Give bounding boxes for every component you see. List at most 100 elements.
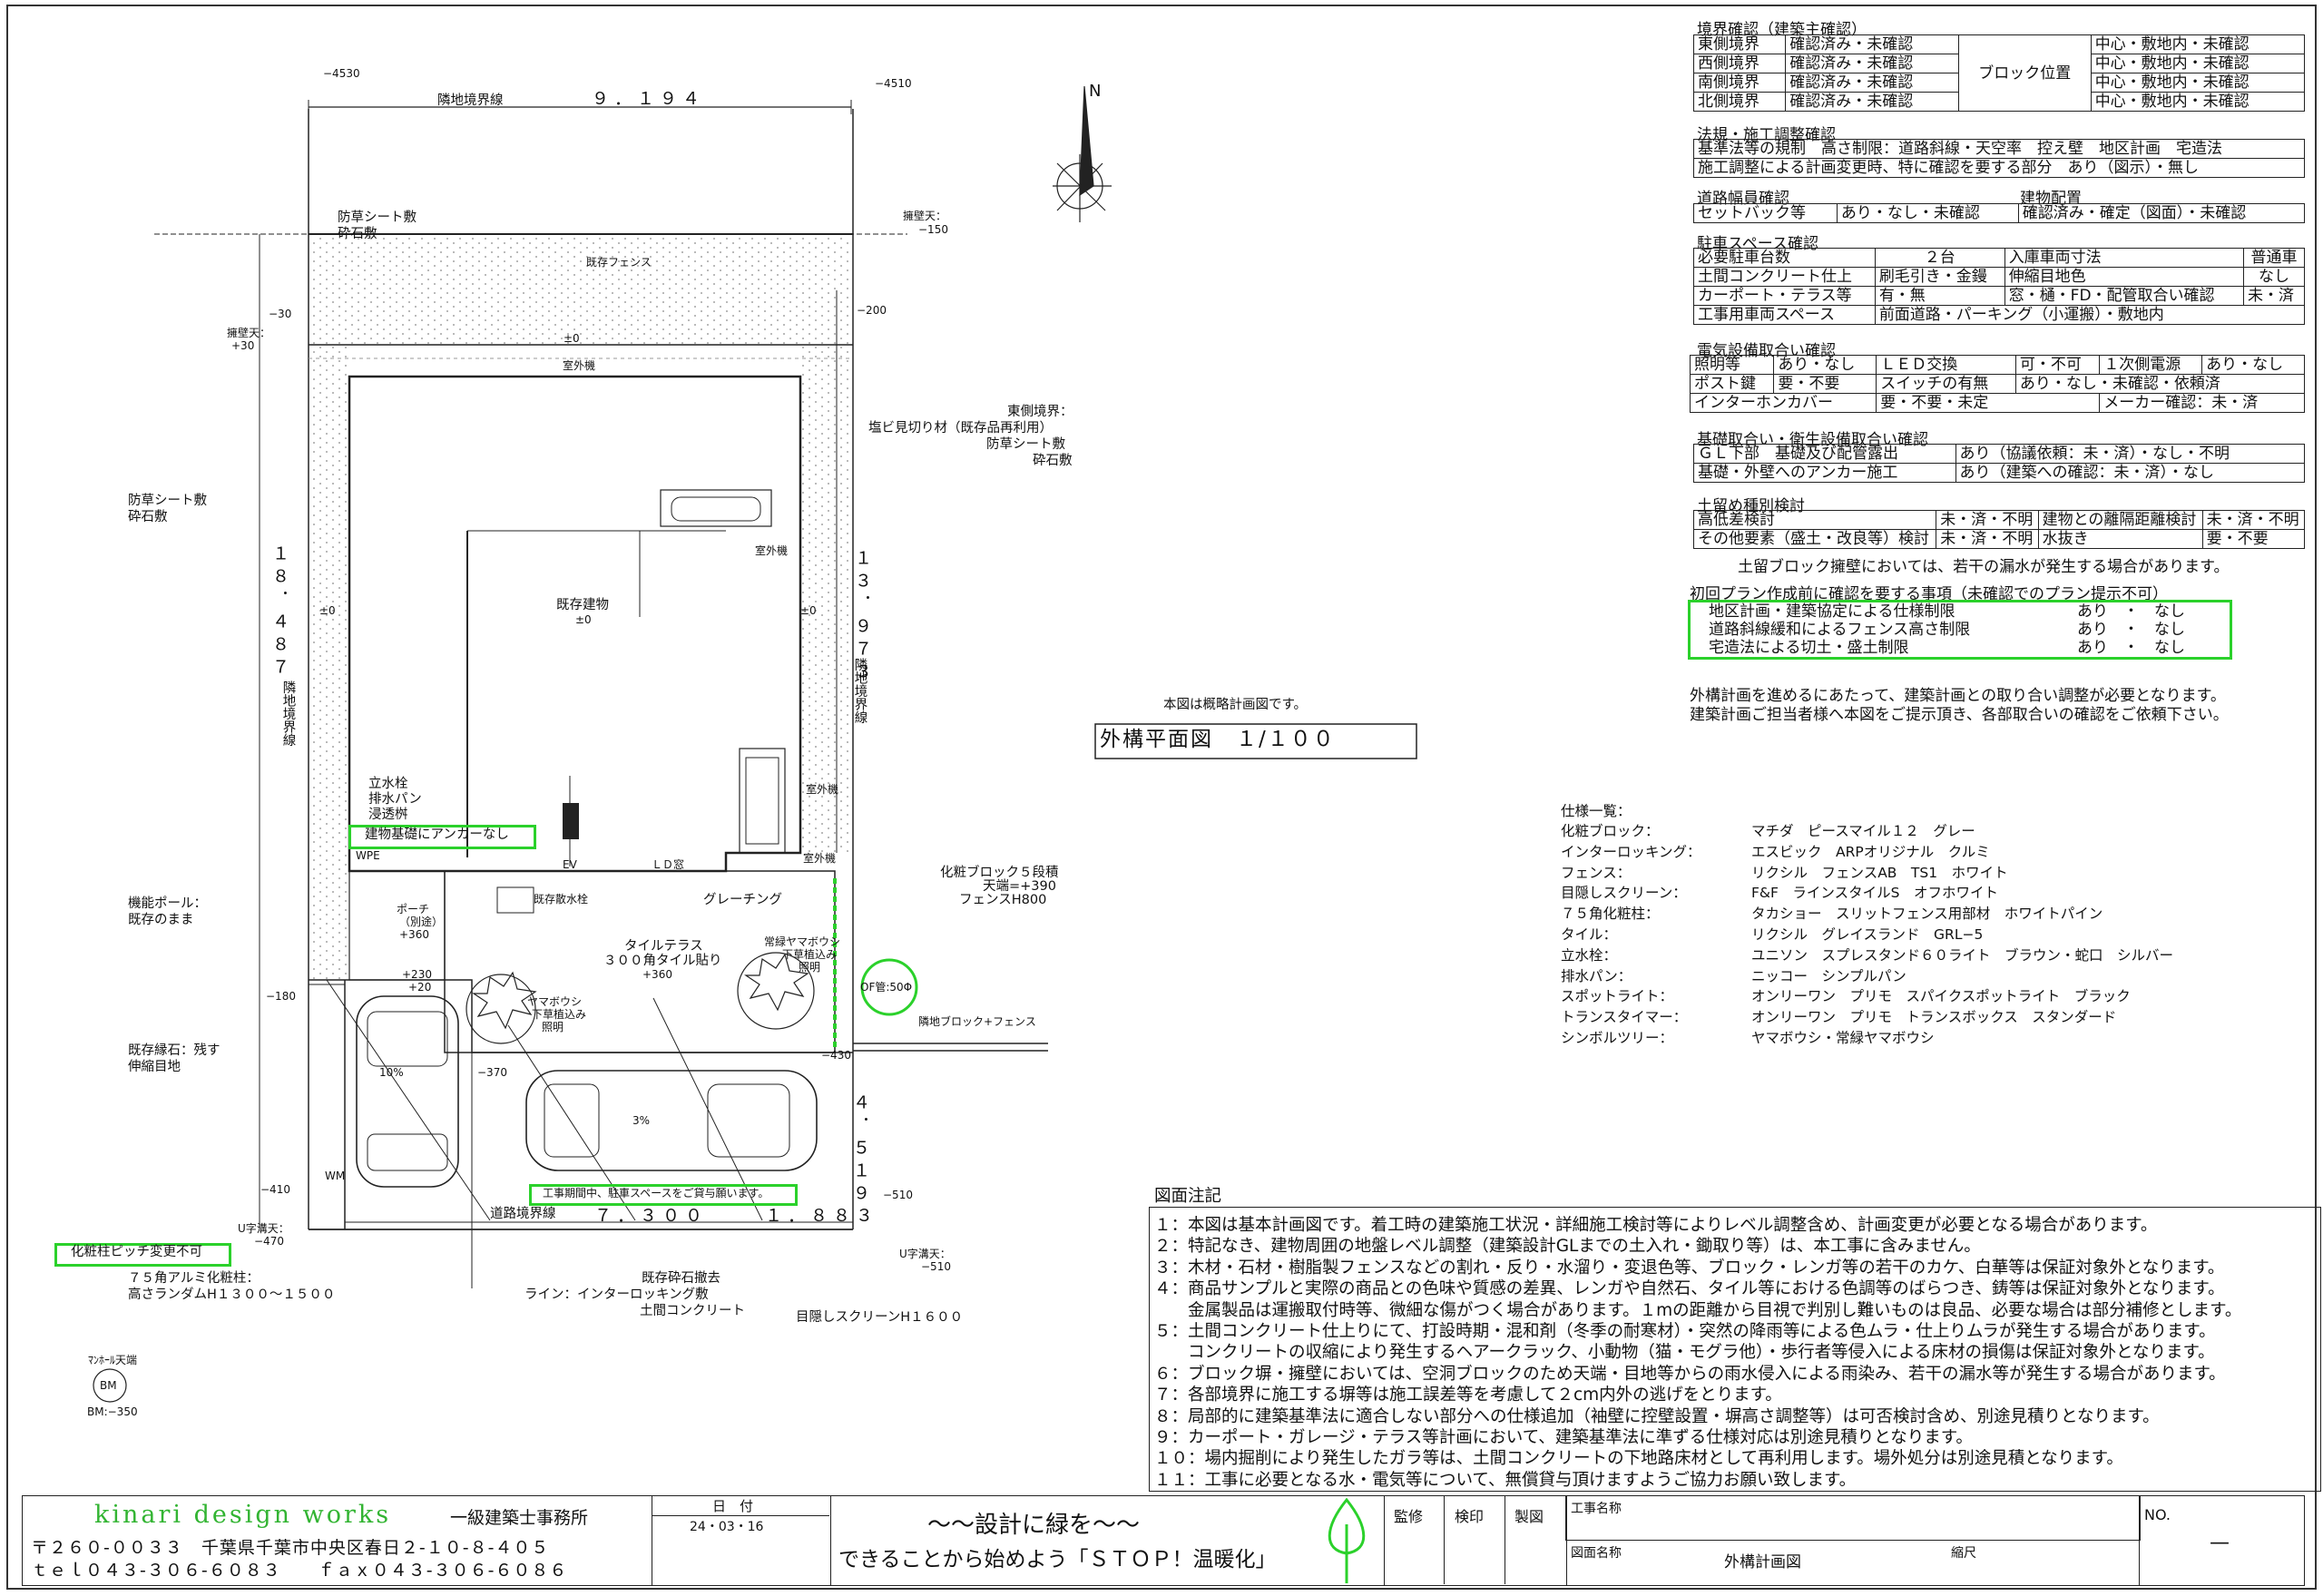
scale-label: 縮尺: [1951, 1546, 1976, 1561]
company-contact: ｔｅｌ０４３-３０６-６０８３ ｆａｘ０４３-３０６-６０８６: [31, 1561, 568, 1581]
level-zero-1: ±0: [564, 332, 580, 345]
slope-3: 3%: [632, 1114, 651, 1127]
yamaboushi-1: ヤマボウシ: [527, 995, 583, 1008]
note-line: 金属製品は運搬取付時等、微細な傷がつく場合があります。１mの距離から目視で判別し…: [1154, 1300, 2242, 1320]
soil-note: 土留ブロック擁壁においては、若干の漏水が発生する場合があります。: [1738, 558, 2230, 576]
right-boundary-label: 隣地境界線: [852, 658, 867, 724]
ev-unit: [563, 803, 579, 839]
level-230: +230: [402, 968, 432, 981]
slogan-2: できることから始めよう「ＳＴＯＰ！温暖化」: [838, 1548, 1277, 1572]
boundary-pos: 中心・敷地内・未確認: [2090, 73, 2306, 93]
u-gutter-right-2: −510: [921, 1260, 951, 1273]
front-dim-1: ７．３００: [594, 1206, 709, 1226]
kanshu-label: 監修: [1394, 1508, 1424, 1525]
elec-table: 照明等 あり・なし ＬＥＤ交換 可・不可 １次側電源 あり・なし ポスト鍵 要・不要 スイッチ…: [1689, 355, 2306, 413]
boundary-pos: 中心・敷地内・未確認: [2090, 54, 2306, 73]
adjust-note-2: 建築計画ご担当者様へ本図をご提示頂き、各部取合いの確認をご依頼下さい。: [1690, 706, 2229, 724]
kennin-label: 検印: [1455, 1508, 1485, 1525]
no-label: NO.: [2144, 1506, 2171, 1523]
drawing-title: 外構平面図 １/１００: [1100, 728, 1336, 751]
grating: グレーチング: [703, 893, 782, 907]
anchor-note: 建物基礎にアンカーなし: [365, 827, 509, 842]
date-label: 日 付: [712, 1498, 754, 1514]
law-row: 基準法等の規制 高さ制限：道路斜線・天空率 控え壁 地区計画 宅造法: [1693, 139, 2305, 159]
existing-curb-2: 伸縮目地: [128, 1060, 181, 1074]
gravel-left-2: 砕石敷: [128, 510, 168, 524]
yamaboushi-2: 下草植込み: [532, 1008, 587, 1021]
boundary-status: 確認済み・未確認: [1785, 54, 1959, 73]
law-row: 施工調整による計画変更時、特に確認を要する部分 あり（図示）・無し: [1693, 158, 2305, 178]
level-m410: −410: [260, 1183, 290, 1196]
house-name: 既存建物: [556, 598, 609, 612]
no-value: —: [2210, 1532, 2230, 1554]
note-line: １：本図は基本計画図です。着工時の建築施工状況・詳細施工検討等によりレベル調整含…: [1154, 1216, 2158, 1235]
top-dimension: ９．１９４: [592, 89, 706, 109]
spec-item-value: F&F ラインスタイルS オフホワイト: [1751, 885, 1998, 902]
scatter-tap: 既存散水栓: [534, 893, 589, 906]
tree-yamaboushi: [466, 971, 537, 1044]
building-position-value: 確認済み・確定（図面）・未確認: [2017, 203, 2306, 223]
spec-item-value: オンリーワン プリモ スパイクスポットライト ブラック: [1751, 988, 2131, 1005]
retaining-left-2: +30: [231, 339, 255, 352]
ev-label: EV: [563, 858, 577, 871]
porch-3: +360: [399, 928, 429, 941]
evergreen-3: 照明: [799, 961, 821, 974]
makeup-block-2: 天端=+390: [983, 879, 1056, 894]
note-line: ４：商品サンプルと実際の商品との色味や質感の差異、レンガや自然石、タイル等におけ…: [1154, 1279, 2225, 1299]
spec-item-label: 化粧ブロック：: [1561, 823, 1660, 839]
boundary-status: 確認済み・未確認: [1785, 34, 1959, 54]
summary-note: 本図は概略計画図です。: [1163, 698, 1308, 712]
spec-title: 仕様一覧：: [1561, 803, 1632, 819]
boundary-pos: 中心・敷地内・未確認: [2090, 92, 2306, 112]
spec-item-label: フェンス：: [1561, 864, 1632, 881]
function-pole-1: 機能ポール：: [128, 896, 207, 911]
neighbor-block: 隣地ブロック+フェンス: [918, 1015, 1036, 1028]
spec-item-label: トランスタイマー：: [1561, 1009, 1688, 1026]
ld-window: ＬＤ窓: [652, 858, 685, 871]
parking-table: 必要駐車台数 ２台 入庫車両寸法 普通車 土間コンクリート仕上 刷毛引き・金鏝 伸縮目地色…: [1693, 248, 2306, 325]
level-zero-2: ±0: [319, 604, 336, 617]
note-line: １１：工事に必要となる水・電気等について、無償貸与頂けますようご協力お願い致しま…: [1154, 1470, 1857, 1490]
front-dim-right: ４．５１９: [850, 1093, 870, 1207]
retaining-left-1: 擁壁天：: [227, 327, 271, 339]
level-top-left: −4530: [323, 67, 360, 80]
spec-item-value: エスビック ARPオリジナル クルミ: [1751, 843, 1990, 860]
boundary-table: 東側境界 確認済み・未確認 ブロック位置 中心・敷地内・未確認 西側境界 確認済み・未確…: [1692, 34, 2306, 112]
parking-note: 工事期間中、駐車スペースをご貸与願います。: [543, 1187, 769, 1199]
spec-item-label: インターロッキング：: [1561, 843, 1701, 860]
evergreen-2: 下草植込み: [782, 948, 838, 961]
car-left: [356, 995, 459, 1188]
date-value: 24・03・16: [690, 1520, 764, 1534]
spec-item-label: 立水栓：: [1561, 946, 1618, 964]
note-line: １０：場内掘削により発生したガラ等は、土間コンクリートの下地路床材として再利用し…: [1154, 1449, 2123, 1469]
spec-item-value: ニッコー シンプルパン: [1751, 967, 1906, 984]
company-address: 〒２６０-００３３ 千葉県千葉市中央区春日２-１０-８-４０５: [31, 1538, 550, 1558]
top-boundary-label: 隣地境界線: [437, 93, 504, 108]
block-pos: ブロック位置: [1957, 34, 2092, 112]
note-line: ２：特記なき、建物周囲の地盤レベル調整（建築設計GLまでの土入れ・鋤取り等）は、…: [1154, 1237, 1981, 1257]
wall-label-2: −150: [918, 223, 948, 236]
outdoor-unit-bottom: 室外機: [803, 852, 837, 865]
spec-item-value: マチダ ピースマイル１２ グレー: [1751, 823, 1975, 839]
spec-item-value: オンリーワン プリモ トランスボックス スタンダード: [1751, 1009, 2117, 1026]
note-line: ９：カーポート・ガレージ・テラス等計画において、建築基準法に準ずる仕様対応は別途…: [1154, 1428, 1973, 1447]
level-top-right: −4510: [875, 77, 912, 90]
project-label: 工事名称: [1571, 1502, 1622, 1516]
porch-2: （別途）: [399, 915, 444, 928]
north-arrow: [1053, 85, 1112, 222]
makeup-block-3: フェンスH800: [959, 893, 1047, 907]
outdoor-unit-mid: 室外機: [755, 544, 789, 557]
gravel-top-2: 砕石敷: [338, 227, 377, 241]
tile-terrace-3: +360: [642, 968, 672, 981]
note-line: コンクリートの収縮により発生するヘアークラック、小動物（猫・モグラ他）・歩行者等…: [1154, 1343, 2215, 1363]
east-boundary-4: 砕石敷: [1033, 454, 1073, 468]
front-dim-2: １．８８３: [765, 1206, 879, 1226]
spec-item-label: スポットライト：: [1561, 988, 1674, 1005]
outdoor-unit-top: 室外機: [563, 359, 596, 372]
level-zero-3: ±0: [800, 604, 817, 617]
of-pipe: OF管:50Φ: [860, 981, 913, 994]
road-boundary-label: 道路境界線: [490, 1207, 556, 1221]
level-m180: −180: [266, 990, 296, 1003]
pillar-pitch: 化粧柱ピッチ変更不可: [71, 1245, 202, 1259]
boundary-name: 南側境界: [1692, 73, 1787, 93]
